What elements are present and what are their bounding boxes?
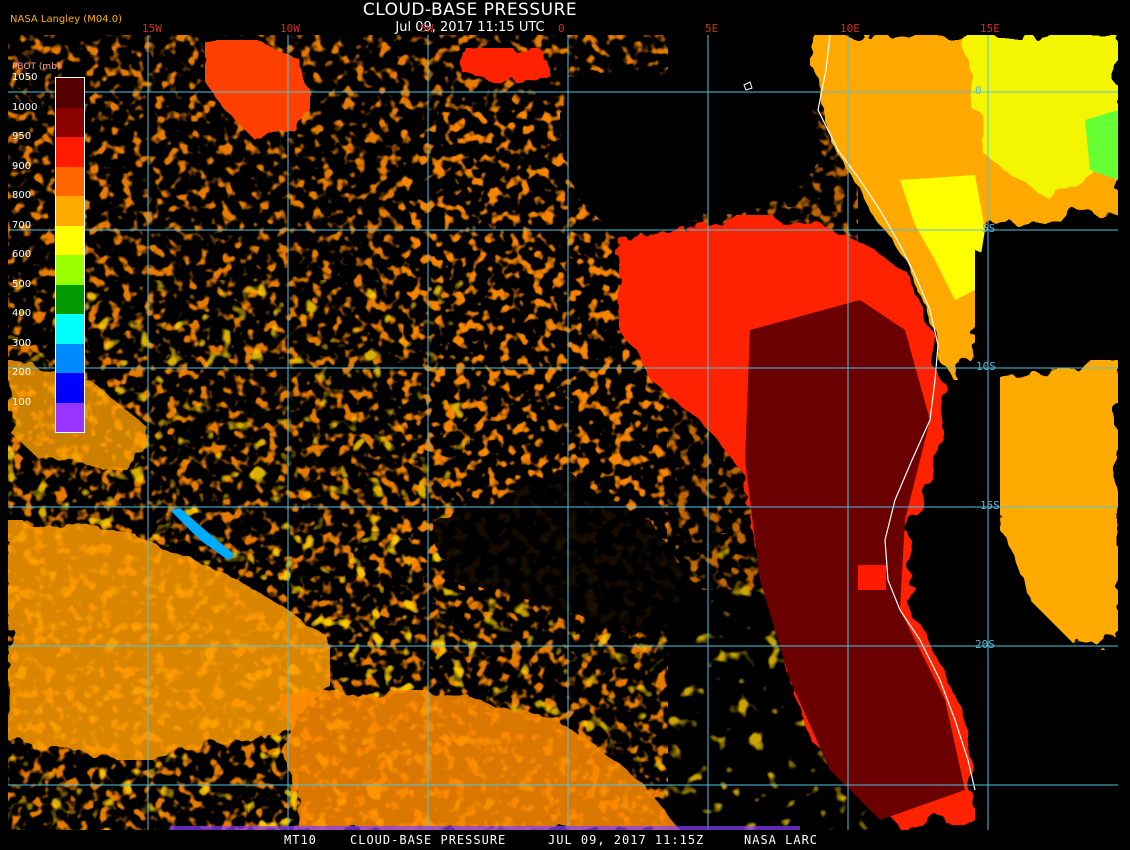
legend-swatch (56, 78, 84, 108)
footer-product: CLOUD-BASE PRESSURE (350, 833, 507, 847)
legend-swatch (56, 107, 84, 137)
footer-satellite: MT10 (284, 833, 317, 847)
legend-color-bar (55, 77, 85, 433)
legend-swatch (56, 255, 84, 285)
provider-label: NASA Langley (M04.0) (10, 14, 122, 25)
legend-tick-label: 500 (12, 278, 32, 290)
legend-tick-label: 600 (12, 249, 32, 260)
legend-swatch (56, 343, 84, 373)
legend-swatch (56, 196, 84, 226)
map-viewer: CLOUD-BASE PRESSURE Jul 09, 2017 11:15 U… (0, 0, 1130, 850)
legend-tick-label: 900 (12, 160, 32, 172)
map-timestamp: Jul 09, 2017 11:15 UTC (395, 20, 545, 35)
legend-swatch (56, 137, 84, 167)
legend-title: PBOT (mb) (12, 62, 61, 72)
legend-swatch (56, 284, 84, 314)
legend-tick-label: 1000 (12, 101, 38, 113)
lon-label-5e: 5E (705, 22, 719, 35)
legend-tick-label: 400 (12, 308, 32, 319)
footer-datetime: JUL 09, 2017 11:15Z (548, 833, 705, 847)
lon-label-0: 0 (558, 22, 565, 35)
lon-label-10w: 10W (280, 22, 300, 35)
satellite-map (8, 35, 1118, 830)
lon-label-15e: 15E (980, 22, 1000, 35)
legend-swatch (56, 166, 84, 196)
footer-org: NASA LARC (744, 833, 819, 847)
legend-swatch (56, 314, 84, 344)
lat-label-0: 0 (975, 84, 982, 97)
map-title: CLOUD-BASE PRESSURE (362, 0, 578, 20)
legend-tick-label: 800 (12, 190, 32, 201)
legend-tick-label: 1050 (12, 72, 38, 83)
legend-tick-label: 200 (12, 367, 32, 378)
lat-label-10s: 10S (976, 360, 996, 373)
legend-swatch (56, 402, 84, 432)
color-legend: PBOT (mb) 1050 1000 950 900 800 700 600 500 400 3… (10, 62, 85, 442)
lon-label-10e: 10E (840, 22, 860, 35)
legend-tick-label: 950 (12, 131, 32, 142)
lat-label-20s: 20S (975, 638, 995, 651)
lat-label-5s: 5S (982, 222, 996, 235)
legend-swatch (56, 373, 84, 403)
legend-tick-label: 300 (12, 337, 32, 349)
lat-label-15s: 15S (980, 499, 1000, 512)
lon-label-15w: 15W (142, 22, 162, 35)
legend-tick-label: 100 (12, 396, 32, 408)
bright-cell (858, 565, 886, 590)
legend-swatch (56, 225, 84, 255)
legend-tick-label: 700 (12, 219, 32, 231)
lon-label-5w: 5W (420, 22, 434, 35)
footer-bar: MT10 CLOUD-BASE PRESSURE JUL 09, 2017 11… (0, 830, 1130, 850)
